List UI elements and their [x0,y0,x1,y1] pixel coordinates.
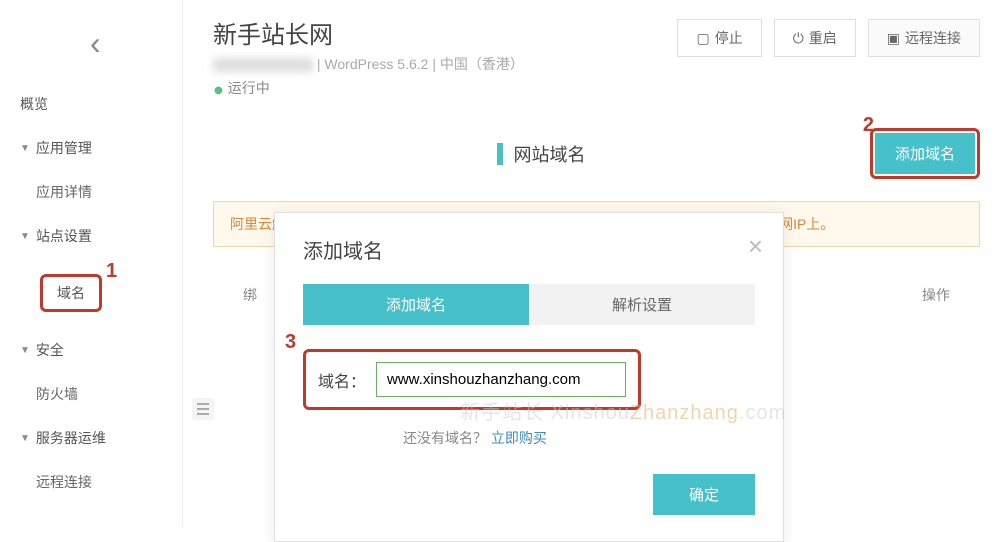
nav-security[interactable]: ▼安全 [0,328,182,372]
annotation-marker-2: 2 [863,114,874,137]
annotation-marker-1: 1 [106,260,117,283]
domain-label: 域名： [318,368,366,392]
nav-server-ops[interactable]: ▼服务器运维 [0,416,182,460]
remote-connect-button[interactable]: ▣远程连接 [868,19,980,57]
restart-button[interactable]: ⏻重启 [774,19,856,57]
annotation-marker-3: 3 [285,331,296,354]
nav-app-detail[interactable]: 应用详情 [0,170,182,214]
page-title: 新手站长网 [213,15,677,50]
column-ops: 操作 [870,285,950,305]
nav-remote-connect[interactable]: 远程连接 [0,460,182,504]
collapse-icon[interactable] [192,398,214,420]
buy-link[interactable]: 立即购买 [491,430,547,446]
caret-down-icon: ▼ [20,433,30,444]
page-subtitle: | WordPress 5.6.2 | 中国（香港） [213,54,677,74]
status-badge: ● 运行中 [213,78,677,98]
power-icon: ⏻ [793,30,804,47]
add-domain-button[interactable]: 添加域名 [875,133,975,174]
caret-down-icon: ▼ [20,143,30,154]
no-domain-hint: 还没有域名？ 立即购买 [303,428,755,448]
back-icon[interactable]: ‹ [0,15,182,82]
stop-icon: ▢ [696,30,709,47]
caret-down-icon: ▼ [20,345,30,356]
add-domain-modal: 添加域名 × 添加域名 解析设置 3 域名： 还没有域名？ 立即购买 确定 [274,212,784,542]
tab-add-domain[interactable]: 添加域名 [303,284,529,325]
remote-icon: ▣ [887,30,900,47]
nav-domain[interactable]: 域名 1 [20,262,122,324]
domain-input[interactable] [376,362,626,397]
section-title: 网站域名 [213,141,870,167]
nav-firewall[interactable]: 防火墙 [0,372,182,416]
caret-down-icon: ▼ [20,231,30,242]
confirm-button[interactable]: 确定 [653,474,755,515]
nav-overview[interactable]: 概览 [0,82,182,126]
sidebar: ‹ 概览 ▼应用管理 应用详情 ▼站点设置 域名 1 ▼安全 防火墙 ▼服务器运… [0,0,183,527]
tab-dns-settings[interactable]: 解析设置 [529,284,755,325]
nav-site-settings[interactable]: ▼站点设置 [0,214,182,258]
close-icon[interactable]: × [748,231,763,262]
stop-button[interactable]: ▢停止 [677,19,761,57]
nav-app-mgmt[interactable]: ▼应用管理 [0,126,182,170]
modal-title: 添加域名 [303,235,755,264]
